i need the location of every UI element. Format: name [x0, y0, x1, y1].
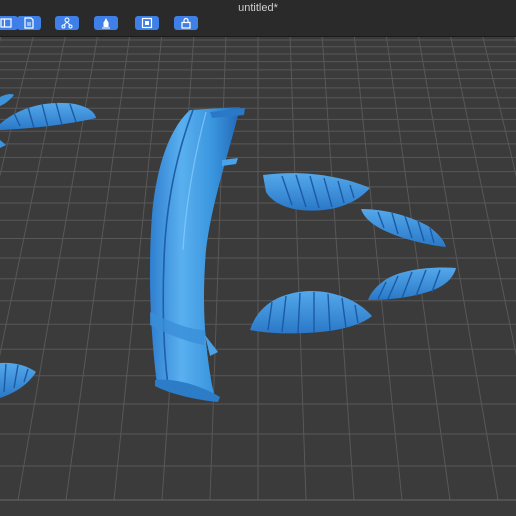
sidebar-panel-icon — [0, 18, 12, 28]
lock-icon — [181, 17, 191, 29]
network-icon — [61, 17, 73, 29]
3d-viewport[interactable] — [0, 37, 516, 516]
support-icon — [102, 18, 110, 29]
panel-toggle-button[interactable] — [0, 16, 18, 30]
title-bar: untitled* — [0, 0, 516, 37]
window-title: untitled* — [238, 2, 278, 14]
lock-button[interactable] — [174, 16, 198, 30]
frame-icon — [141, 17, 153, 29]
frame-view-button[interactable] — [135, 16, 159, 30]
support-button[interactable] — [94, 16, 118, 30]
file-icon — [24, 17, 34, 29]
network-button[interactable] — [55, 16, 79, 30]
open-file-button[interactable] — [17, 16, 41, 30]
app-window: untitled* — [0, 0, 516, 516]
